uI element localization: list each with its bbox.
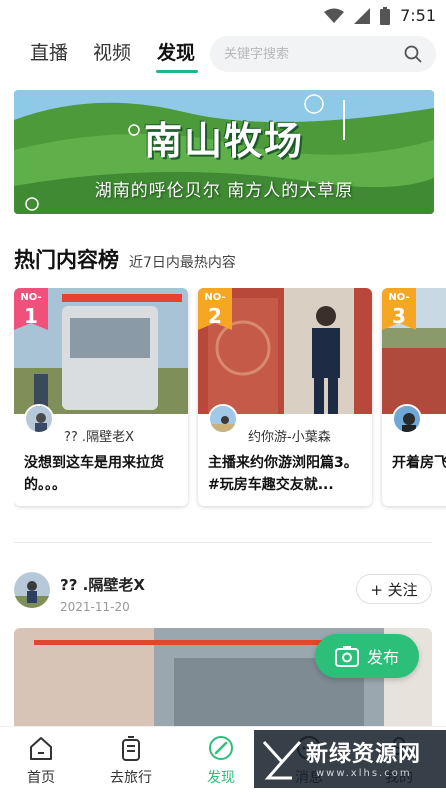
post-author-name[interactable]: ?? .隔壁老X — [60, 574, 145, 595]
promo-banner[interactable]: 南山牧场 湖南的呼伦贝尔 南方人的大草原 — [14, 90, 434, 214]
compass-icon — [209, 736, 233, 760]
status-time: 7:51 — [400, 6, 436, 25]
hot-card-2[interactable]: NO- 2 约你游-小葉森 主播来约你游浏阳篇3。#玩房车趣交友就... — [198, 288, 372, 506]
follow-button[interactable]: + 关注 — [356, 574, 432, 604]
tab-live[interactable]: 直播 — [30, 38, 68, 65]
rank-prefix: NO- — [204, 292, 226, 303]
author-name: 约你游-小葉森 — [248, 430, 331, 445]
rank-prefix: NO- — [20, 292, 42, 303]
bottom-nav-label: 发现 — [207, 770, 235, 786]
publish-label: 发布 — [366, 648, 399, 667]
hot-card-list: NO- 1 ?? .隔壁老X 没想到这车是用来拉货的。。。 NO- 2 约你游-… — [14, 288, 446, 510]
hot-section-title: 热门内容榜 — [14, 248, 119, 272]
watermark-url: www.xlhs.com — [316, 768, 412, 779]
rank-badge: NO- 2 — [198, 288, 232, 330]
bottom-nav-travel[interactable]: 去旅行 — [96, 733, 166, 789]
post-date: 2021-11-20 — [60, 600, 130, 614]
search-icon[interactable] — [404, 45, 422, 63]
active-tab-indicator — [156, 70, 198, 73]
author-name: ?? .隔壁老X — [64, 430, 134, 445]
watermark-text: 新绿资源网 — [306, 742, 422, 767]
watermark-logo — [262, 740, 302, 780]
wifi-icon — [324, 8, 345, 23]
card-title: 没想到这车是用来拉货的。。。 — [24, 455, 164, 493]
avatar[interactable] — [24, 404, 54, 434]
bottom-nav-label: 首页 — [27, 770, 55, 786]
tab-video[interactable]: 视频 — [93, 38, 131, 65]
status-bar: 7:51 — [0, 0, 446, 30]
banner-title: 南山牧场 — [143, 118, 304, 163]
section-divider — [14, 542, 432, 543]
hot-section-header: 热门内容榜 近7日内最热内容 — [14, 244, 236, 274]
luggage-icon — [122, 736, 140, 761]
signal-icon — [354, 7, 371, 24]
hot-section-subtitle: 近7日内最热内容 — [129, 255, 236, 271]
banner-subtitle: 湖南的呼伦贝尔 南方人的大草原 — [94, 181, 354, 201]
hot-card-3[interactable]: NO- 3 开着房飞个能 — [382, 288, 446, 506]
avatar[interactable] — [392, 404, 422, 434]
watermark: 新绿资源网 www.xlhs.com — [254, 730, 446, 788]
rank-number: 3 — [392, 304, 406, 328]
bottom-nav-home[interactable]: 首页 — [6, 733, 76, 789]
post-author-avatar[interactable] — [14, 572, 50, 608]
rank-number: 1 — [24, 304, 38, 328]
bottom-nav-label: 去旅行 — [110, 770, 152, 786]
battery-icon — [380, 6, 391, 25]
publish-button[interactable]: 发布 — [315, 634, 419, 678]
bottom-nav-discover[interactable]: 发现 — [186, 733, 256, 789]
hot-card-1[interactable]: NO- 1 ?? .隔壁老X 没想到这车是用来拉货的。。。 — [14, 288, 188, 506]
search-box[interactable] — [210, 36, 436, 72]
top-nav: 直播 视频 发现 — [0, 34, 446, 78]
search-input[interactable] — [224, 36, 394, 72]
home-icon — [30, 737, 52, 760]
tab-discover[interactable]: 发现 — [157, 38, 195, 65]
avatar[interactable] — [208, 404, 238, 434]
card-title: 主播来约你游浏阳篇3。#玩房车趣交友就... — [208, 455, 358, 493]
rank-prefix: NO- — [388, 292, 410, 303]
card-title: 开着房飞个能 — [392, 455, 446, 471]
rank-badge: NO- 3 — [382, 288, 416, 330]
rank-number: 2 — [208, 304, 222, 328]
camera-icon — [334, 646, 359, 667]
rank-badge: NO- 1 — [14, 288, 48, 330]
